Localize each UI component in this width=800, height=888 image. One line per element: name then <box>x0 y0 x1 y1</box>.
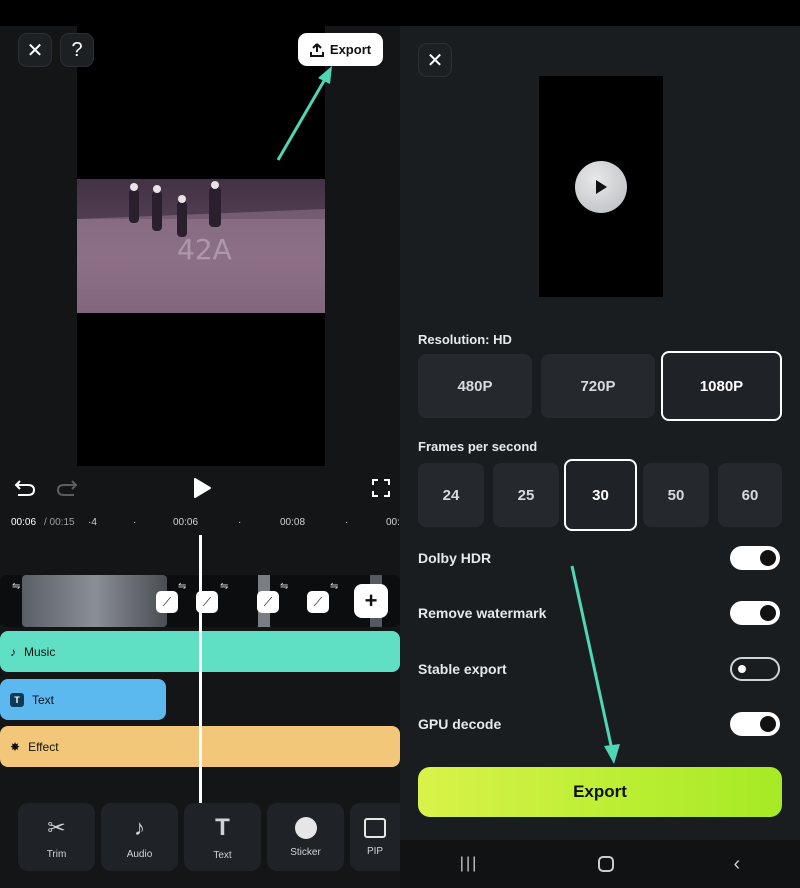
transition-icon: ⟋ <box>313 594 323 609</box>
transition-button[interactable]: ⟋ <box>307 591 329 613</box>
back-icon[interactable]: ‹ <box>733 853 740 876</box>
close-icon: ✕ <box>26 39 44 62</box>
remove-watermark-switch[interactable] <box>730 601 780 625</box>
undo-icon[interactable] <box>14 478 36 498</box>
transition-icon[interactable]: ⇋ <box>12 581 20 592</box>
close-icon: ✕ <box>426 49 444 72</box>
help-button[interactable]: ? <box>60 33 94 67</box>
ruler-label: ·4 <box>88 517 97 528</box>
transition-icon: ⟋ <box>263 594 273 609</box>
text-icon: T <box>215 813 230 841</box>
add-clip-button[interactable]: + <box>354 584 388 618</box>
ruler-label: 00:06 <box>173 517 199 528</box>
transition-button[interactable]: ⟋ <box>156 591 178 613</box>
gpu-decode-switch[interactable] <box>730 712 780 736</box>
toggle-label: Dolby HDR <box>418 550 492 566</box>
tool-trim[interactable]: ✂ Trim <box>18 803 95 871</box>
redo-icon[interactable] <box>56 478 78 498</box>
play-icon[interactable] <box>192 477 212 499</box>
preview-play-button[interactable] <box>575 161 627 213</box>
arrow-annotation <box>276 66 332 161</box>
export-settings-panel: ✕ Resolution: HD 480P 720P 1080P Frames … <box>400 0 800 888</box>
toggle-label: Stable export <box>418 661 507 677</box>
video-frame: 42A <box>77 179 325 313</box>
fps-24[interactable]: 24 <box>418 463 484 527</box>
timeline-ruler: 00:06 / 00:15 ·4 · 00:06 · 00:08 · 00: <box>11 517 400 528</box>
toggle-label: Remove watermark <box>418 605 547 621</box>
svg-text:42A: 42A <box>177 233 232 266</box>
resolution-1080p[interactable]: 1080P <box>661 351 782 421</box>
video-clip[interactable] <box>22 575 167 627</box>
music-track-label: Music <box>24 644 56 659</box>
resolution-720p[interactable]: 720P <box>541 354 655 418</box>
current-time: 00:06 <box>11 517 37 528</box>
help-icon: ? <box>71 38 83 61</box>
play-icon <box>596 180 607 194</box>
close-export-button[interactable]: ✕ <box>418 43 452 77</box>
ruler-label: 00:08 <box>280 517 306 528</box>
fps-60[interactable]: 60 <box>718 463 782 527</box>
toggle-label: GPU decode <box>418 716 502 732</box>
transition-icon[interactable]: ⇋ <box>280 581 288 592</box>
android-nav-bar: ||| ‹ <box>400 840 800 888</box>
home-icon[interactable] <box>597 856 614 872</box>
image-icon <box>364 817 386 838</box>
fullscreen-icon[interactable] <box>372 479 390 497</box>
text-track-label: Text <box>32 692 55 707</box>
resolution-label: Resolution: HD <box>418 332 512 347</box>
total-time: / 00:15 <box>44 517 75 528</box>
tool-pip[interactable]: PIP <box>350 803 400 871</box>
arrow-annotation <box>570 565 620 764</box>
transition-button[interactable]: ⟋ <box>257 591 279 613</box>
upload-icon <box>309 42 324 57</box>
dolby-hdr-switch[interactable] <box>730 546 780 570</box>
editor-panel: 42A ✕ ? Export 00:06 / 00:15 ·4 · 00:06 … <box>0 0 800 888</box>
fps-30[interactable]: 30 <box>564 459 637 531</box>
fps-50[interactable]: 50 <box>643 463 709 527</box>
text-track[interactable]: T Text <box>0 679 166 720</box>
tool-audio[interactable]: ♪ Audio <box>101 803 178 871</box>
close-button[interactable]: ✕ <box>18 33 52 67</box>
ruler-label: 00: <box>386 517 400 528</box>
status-bar <box>400 0 800 26</box>
music-note-icon: ♪ <box>134 814 145 840</box>
recent-apps-icon[interactable]: ||| <box>460 855 478 873</box>
tool-label: PIP <box>366 845 384 857</box>
sparkle-icon: ✸ <box>10 739 21 754</box>
tool-sticker[interactable]: Sticker <box>267 803 344 871</box>
effect-track-label: Effect <box>28 739 59 754</box>
transition-icon[interactable]: ⇋ <box>330 581 338 592</box>
text-icon: T <box>10 692 24 707</box>
transition-icon: ⟋ <box>162 594 172 609</box>
sticker-icon <box>294 816 317 839</box>
export-label: Export <box>329 42 372 57</box>
transition-icon: ⟋ <box>202 594 212 609</box>
transition-icon[interactable]: ⇋ <box>220 581 228 592</box>
plus-icon: + <box>364 588 378 613</box>
stable-export-switch[interactable] <box>730 657 780 681</box>
fps-label: Frames per second <box>418 439 538 454</box>
fps-25[interactable]: 25 <box>493 463 559 527</box>
tool-label: Sticker <box>290 846 321 858</box>
music-note-icon: ♪ <box>10 644 16 659</box>
transition-icon[interactable]: ⇋ <box>178 581 186 592</box>
tool-label: Trim <box>46 848 67 860</box>
tool-text[interactable]: T Text <box>184 803 261 871</box>
tool-label: Text <box>213 849 232 861</box>
resolution-480p[interactable]: 480P <box>418 354 532 418</box>
export-button[interactable]: Export <box>418 767 782 817</box>
tool-label: Audio <box>126 848 153 860</box>
scissors-icon: ✂ <box>47 814 66 840</box>
playhead[interactable] <box>199 535 202 805</box>
